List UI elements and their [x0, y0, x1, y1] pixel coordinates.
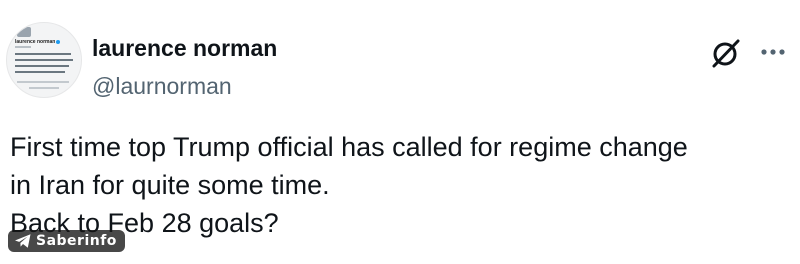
avatar-mini-handle — [15, 46, 31, 48]
tweet-text: First time top Trump official has called… — [10, 128, 790, 242]
avatar-mini-bio-line — [15, 65, 69, 67]
avatar-mini-bio-line — [15, 53, 71, 55]
more-dots-icon[interactable] — [758, 40, 788, 64]
display-name[interactable]: laurence norman — [92, 34, 277, 62]
tweet-text-line: Back to Feb 28 goals? — [10, 208, 279, 238]
grok-icon[interactable] — [710, 37, 742, 69]
avatar-mini-bio-line — [15, 59, 73, 61]
tweet-card: laurence norman laurence norman @laurnor… — [0, 0, 800, 264]
avatar-mini-photo — [17, 27, 31, 37]
watermark-logo: Saberinfo — [8, 230, 125, 252]
avatar-mini-stats — [29, 87, 59, 89]
avatar[interactable]: laurence norman — [6, 22, 82, 98]
avatar-mini-stats — [17, 81, 69, 83]
avatar-mini-name: laurence norman — [15, 39, 61, 45]
avatar-mini-name-text: laurence norman — [15, 39, 56, 45]
watermark-text: Saberinfo — [36, 233, 117, 249]
avatar-mini-bio-line — [15, 71, 65, 73]
user-handle[interactable]: @laurnorman — [92, 72, 232, 100]
tweet-text-line: in Iran for quite some time. — [10, 170, 330, 200]
verified-badge-icon — [56, 39, 61, 44]
telegram-icon — [15, 234, 31, 248]
tweet-text-line: First time top Trump official has called… — [10, 132, 688, 162]
